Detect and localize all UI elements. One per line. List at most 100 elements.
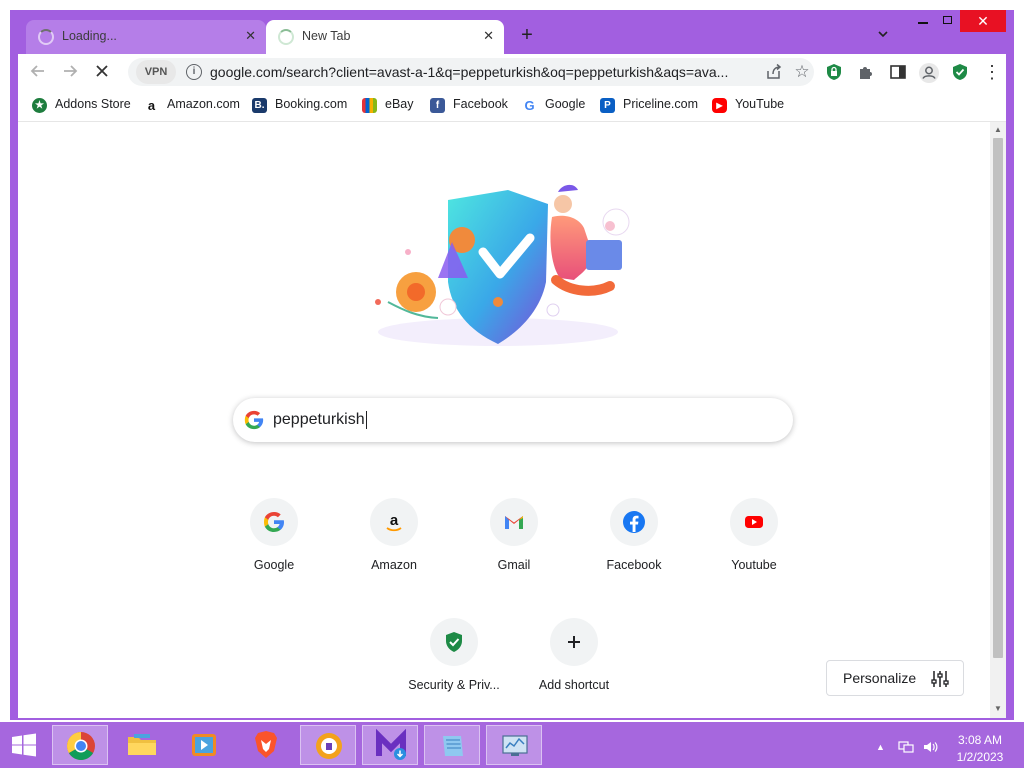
search-query-text: peppeturkish [273,411,365,429]
security-shield-icon [446,632,462,652]
search-input[interactable]: peppeturkish [273,411,367,429]
taskbar [0,722,1024,768]
youtube-icon [745,516,763,528]
shortcut-google[interactable]: Google [218,494,330,594]
amazon-icon: a [144,98,159,113]
loading-spinner-icon [38,29,54,45]
maximize-button[interactable] [941,13,955,27]
chrome-icon [67,732,95,760]
address-bar[interactable]: VPN i google.com/search?client=avast-a-1… [128,58,814,86]
show-hidden-icons-chevron-icon[interactable]: ▲ [876,742,885,752]
personalize-button[interactable]: Personalize [826,660,964,696]
search-box[interactable]: peppeturkish [233,398,793,442]
taskbar-media-player[interactable] [176,725,232,765]
tab-new-tab[interactable]: New Tab ✕ [266,20,504,54]
avast-security-extension-icon[interactable] [824,62,844,82]
desktop-background [1014,10,1024,722]
taskbar-chrome[interactable] [52,725,108,765]
google-icon [264,512,284,532]
new-tab-page: peppeturkish Google a Amazon Gmail Faceb… [18,122,1006,718]
control-panel-icon [502,735,528,756]
svg-text:a: a [390,512,399,529]
taskbar-brave[interactable] [238,725,294,765]
tab-search-chevron-icon[interactable] [876,27,892,43]
taskbar-notepad[interactable] [424,725,480,765]
stop-loading-icon[interactable] [92,62,112,82]
loading-spinner-icon [278,29,294,45]
taskbar-avast-secure-browser[interactable] [300,725,356,765]
amazon-icon: a [386,512,402,532]
site-info-icon[interactable]: i [186,64,202,80]
more-menu-icon[interactable]: ⋮ [982,62,1002,82]
shortcut-security-privacy[interactable]: Security & Priv... [398,614,510,714]
minimize-button[interactable] [915,14,931,28]
network-icon[interactable] [898,740,914,754]
shortcut-gmail[interactable]: Gmail [458,494,570,594]
shortcut-icon-circle [730,498,778,546]
url-text[interactable]: google.com/search?client=avast-a-1&q=pep… [210,64,770,80]
brave-lion-icon [255,731,277,758]
tab-loading[interactable]: Loading... ✕ [26,20,266,54]
shortcut-icon-circle [430,618,478,666]
shortcut-icon-circle [490,498,538,546]
browser-toolbar: VPN i google.com/search?client=avast-a-1… [18,54,1006,90]
taskbar-control-panel[interactable] [486,725,542,765]
vpn-badge[interactable]: VPN [136,60,176,84]
google-icon: G [522,98,537,113]
clock-time[interactable]: 3:08 AM [952,733,1008,747]
youtube-icon: ▶ [712,98,727,113]
volume-icon[interactable] [922,740,938,754]
taskbar-file-explorer[interactable] [114,725,170,765]
back-arrow-icon[interactable] [28,62,48,82]
scrollbar-thumb[interactable] [993,138,1003,658]
gmail-icon [505,516,523,529]
facebook-icon [623,511,645,533]
scroll-up-arrow-icon[interactable]: ▲ [994,125,1002,134]
notepad-icon [443,736,463,756]
close-tab-icon[interactable]: ✕ [483,28,494,44]
shortcut-amazon[interactable]: a Amazon [338,494,450,594]
new-tab-button[interactable]: + [516,24,538,46]
installer-icon [376,728,406,760]
tab-title: New Tab [302,29,351,43]
close-window-button[interactable]: ✕ [960,10,1006,32]
desktop-background [0,0,1024,10]
extensions-puzzle-icon[interactable] [856,62,876,82]
shortcut-label: Gmail [497,558,531,572]
personalize-label: Personalize [843,670,917,686]
page-scrollbar[interactable]: ▲ ▼ [990,122,1006,718]
media-player-icon [192,734,216,756]
shortcut-youtube[interactable]: Youtube [698,494,810,594]
shortcut-facebook[interactable]: Facebook [578,494,690,594]
addons-store-icon: ★ [32,98,47,113]
side-panel-icon[interactable] [888,62,908,82]
profile-avatar-icon[interactable] [918,62,939,83]
shortcut-icon-circle [550,618,598,666]
shortcut-icon-circle [250,498,298,546]
shortcut-icon-circle [610,498,658,546]
share-icon[interactable] [764,63,784,81]
file-explorer-icon [128,734,156,755]
ebay-icon [362,98,377,113]
close-tab-icon[interactable]: ✕ [245,28,256,44]
start-button[interactable] [0,725,48,765]
shortcut-label: Google [253,558,295,572]
taskbar-installer[interactable] [362,725,418,765]
tab-title: Loading... [62,29,117,43]
shortcut-label: Facebook [606,558,662,572]
bookmarks-bar: ★ Addons Store a Amazon.com B. Booking.c… [18,90,1006,122]
sliders-icon [931,671,949,687]
add-shortcut-button[interactable]: Add shortcut [518,614,630,714]
avast-shield-check-icon[interactable] [950,62,970,82]
forward-arrow-icon[interactable] [60,62,80,82]
bookmark-star-icon[interactable]: ☆ [792,62,812,82]
browser-window: Loading... ✕ New Tab ✕ + ✕ VPN i google.… [10,10,1014,720]
booking-icon: B. [252,98,267,113]
security-illustration [375,184,630,346]
clock-date[interactable]: 1/2/2023 [952,750,1008,764]
scroll-down-arrow-icon[interactable]: ▼ [994,704,1002,713]
shortcut-label: Add shortcut [538,678,610,692]
desktop-background [0,10,10,722]
tab-strip: Loading... ✕ New Tab ✕ + ✕ [10,10,1014,54]
shortcut-label: Youtube [731,558,777,572]
